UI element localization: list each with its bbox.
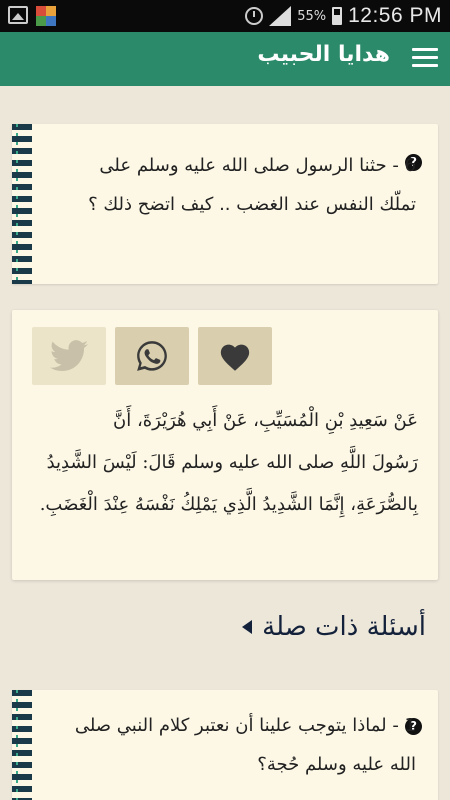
related-question-card[interactable]: ? 1 - لماذا يتوجب علينا أن نعتبر كلام ال… [12,690,438,800]
heart-icon [220,344,250,371]
related-title: أسئلة ذات صلة [262,612,426,642]
question-text: 6 - حثنا الرسول صلى الله عليه وسلم على ت… [88,155,416,215]
menu-icon[interactable] [412,48,438,68]
notification-icons [8,6,56,26]
hadith-line-1: عَنْ سَعِيدِ بْنِ الْمُسَيِّبِ، عَنْ أَب… [113,410,418,431]
whatsapp-icon [137,341,167,371]
related-questions-heading: أسئلة ذات صلة [242,612,426,642]
battery-percent: 55% [297,8,327,24]
whatsapp-share-button[interactable] [115,327,189,385]
triangle-left-icon [242,620,253,634]
status-bar: 55% 12:56 PM [0,0,450,32]
hadith-line-2: رَسُولَ اللَّهِ صلى الله عليه وسلم قَالَ… [39,452,418,515]
twitter-share-button[interactable] [32,327,106,385]
hadith-text: عَنْ سَعِيدِ بْنِ الْمُسَيِّبِ، عَنْ أَب… [28,400,418,526]
question-card: ? 6 - حثنا الرسول صلى الله عليه وسلم على… [12,124,438,284]
app-icon [36,6,56,26]
system-icons: 55% 12:56 PM [245,3,442,29]
clock: 12:56 PM [348,4,442,27]
signal-icon [269,6,292,26]
app-title: هدايا الحبيب [257,42,390,67]
alarm-icon [245,7,264,25]
image-icon [8,6,28,24]
app-bar: هدايا الحبيب [0,32,450,86]
ornament-border [12,690,32,800]
battery-icon [332,7,343,25]
related-question-text: 1 - لماذا يتوجب علينا أن نعتبر كلام النب… [74,715,416,775]
answer-card: عَنْ سَعِيدِ بْنِ الْمُسَيِّبِ، عَنْ أَب… [12,310,438,580]
favorite-button[interactable] [198,327,272,385]
ornament-border [12,124,32,284]
twitter-icon [50,340,88,372]
